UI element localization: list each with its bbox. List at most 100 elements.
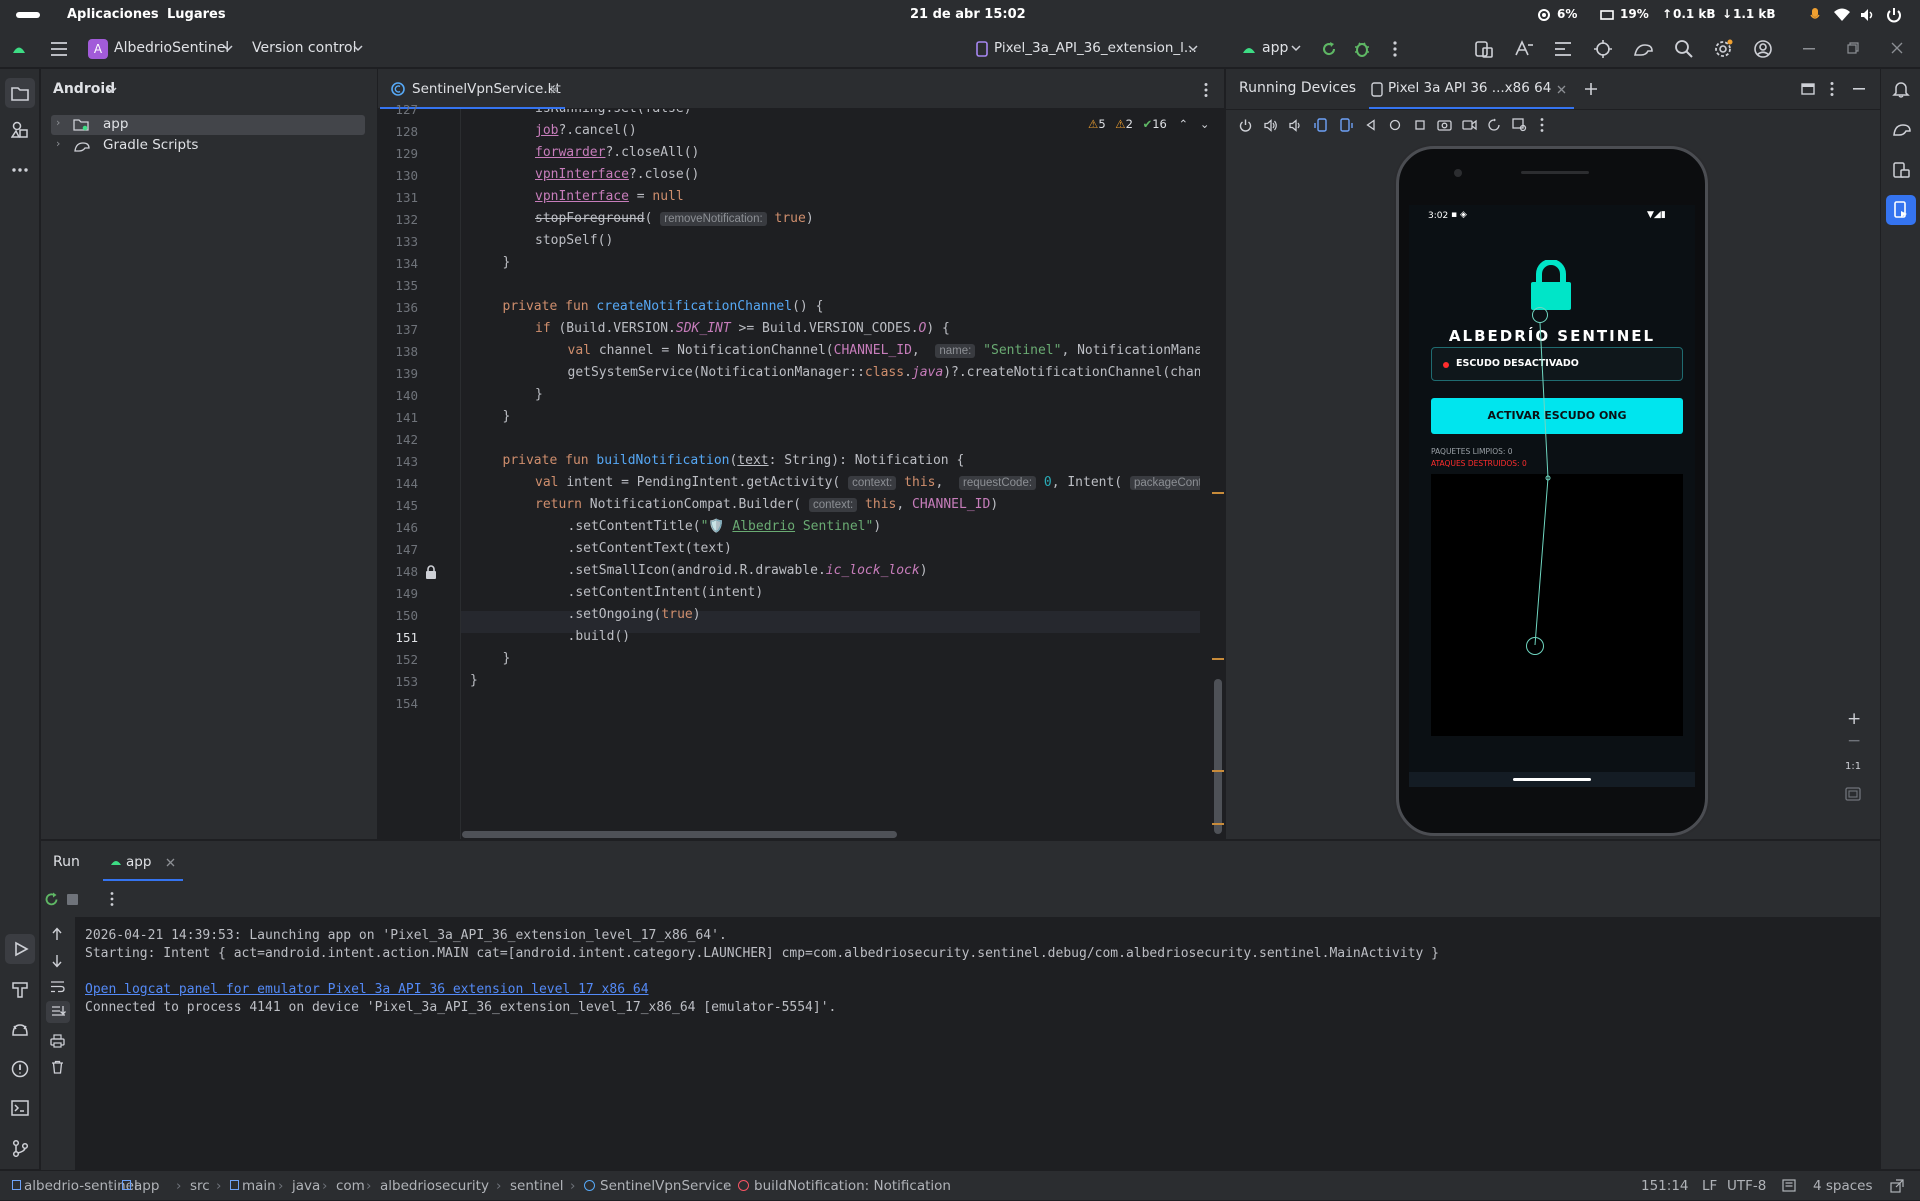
tree-item-gradle-scripts[interactable]: › Gradle Scripts xyxy=(51,136,365,156)
rotate-right-icon[interactable] xyxy=(1339,118,1353,132)
rerun-icon[interactable] xyxy=(44,892,59,907)
sync-gradle-icon[interactable] xyxy=(1593,39,1613,59)
screenshot-icon[interactable] xyxy=(1437,118,1452,131)
warning-marker[interactable] xyxy=(1212,770,1224,772)
read-only-toggle-icon[interactable] xyxy=(1782,1179,1796,1192)
close-tab-icon[interactable] xyxy=(1557,85,1566,94)
home-icon[interactable] xyxy=(1389,119,1401,131)
warning-marker[interactable] xyxy=(1212,658,1224,660)
more-vertical-icon[interactable] xyxy=(1539,117,1545,133)
print-icon[interactable] xyxy=(50,1034,65,1048)
run-tab-app[interactable]: app xyxy=(103,841,183,881)
problems-icon[interactable] xyxy=(11,1060,29,1078)
breadcrumb-item[interactable]: albedrio-sentinel xyxy=(24,1178,138,1194)
more-vertical-icon[interactable] xyxy=(1392,40,1398,58)
gradle-tool-icon[interactable] xyxy=(1892,121,1912,137)
places-menu[interactable]: Lugares xyxy=(167,7,226,22)
more-tools-icon[interactable] xyxy=(11,167,29,173)
version-control-menu[interactable]: Version control xyxy=(252,40,356,56)
notifications-icon[interactable] xyxy=(1892,80,1910,98)
fit-screen-icon[interactable] xyxy=(1845,787,1861,801)
open-logcat-link[interactable]: Open logcat panel for emulator Pixel 3a … xyxy=(85,982,649,997)
close-window-icon[interactable] xyxy=(1891,42,1903,54)
breadcrumb-item[interactable]: main xyxy=(242,1178,276,1194)
breadcrumb-item[interactable]: src xyxy=(190,1178,210,1194)
phone-screen[interactable]: 3:02 ▪ ◈ ▼◢▮ ALBEDRÍO SENTINEL ESCUDO DE… xyxy=(1409,205,1695,787)
settings-icon[interactable] xyxy=(1713,39,1733,59)
code-area[interactable]: isRunning.set(false)job?.cancel()forward… xyxy=(460,109,1200,839)
device-selector[interactable]: Pixel_3a_API_36_extension_l... xyxy=(994,40,1197,56)
breadcrumb-item[interactable]: SentinelVpnService xyxy=(600,1178,731,1194)
resource-manager-icon[interactable] xyxy=(11,121,29,139)
layout-inspector-icon[interactable] xyxy=(1553,39,1573,59)
memory-indicator-icon[interactable] xyxy=(1890,1179,1904,1193)
volume-down-icon[interactable] xyxy=(1289,119,1302,132)
wifi-icon[interactable] xyxy=(1834,8,1850,21)
terminal-icon[interactable] xyxy=(11,1100,29,1116)
more-vertical-icon[interactable] xyxy=(109,891,115,907)
run-console[interactable]: 2026-04-21 14:39:53: Launching app on 'P… xyxy=(75,917,1880,1171)
chevron-down-icon[interactable] xyxy=(1188,45,1198,52)
account-icon[interactable] xyxy=(1753,39,1773,59)
apply-changes-icon[interactable] xyxy=(1320,40,1338,58)
minimize-panel-icon[interactable] xyxy=(1853,88,1865,90)
warning-marker[interactable] xyxy=(1212,492,1224,494)
activities-button[interactable] xyxy=(16,12,40,18)
screen-record-icon[interactable] xyxy=(1462,119,1477,131)
zoom-in-icon[interactable]: + xyxy=(1847,709,1861,729)
breadcrumb-item[interactable]: com xyxy=(336,1178,365,1194)
warning-marker[interactable] xyxy=(1212,823,1224,825)
indent-setting[interactable]: 4 spaces xyxy=(1813,1178,1873,1194)
debug-icon[interactable] xyxy=(1352,39,1372,59)
tree-item-app[interactable]: › app xyxy=(51,115,365,135)
microphone-icon[interactable] xyxy=(1810,7,1820,23)
main-menu-icon[interactable] xyxy=(50,41,68,57)
clock[interactable]: 21 de abr 15:02 xyxy=(910,7,1026,22)
breadcrumb-item[interactable]: app xyxy=(134,1178,159,1194)
soft-wrap-icon[interactable] xyxy=(50,980,65,993)
zoom-out-icon[interactable]: − xyxy=(1847,731,1861,751)
build-icon[interactable] xyxy=(11,981,29,999)
scroll-down-icon[interactable] xyxy=(51,954,63,968)
extended-controls-icon[interactable] xyxy=(1512,118,1527,132)
next-highlight-icon[interactable]: ⌄ xyxy=(1200,117,1210,131)
search-icon[interactable] xyxy=(1674,39,1694,59)
back-icon[interactable] xyxy=(1365,119,1377,131)
breadcrumb-item[interactable]: sentinel xyxy=(510,1178,564,1194)
chevron-down-icon[interactable] xyxy=(1291,45,1301,52)
volume-up-icon[interactable] xyxy=(1264,119,1278,132)
gradle-icon[interactable] xyxy=(1633,39,1655,59)
scroll-up-icon[interactable] xyxy=(51,927,63,941)
logcat-icon[interactable] xyxy=(11,1021,29,1037)
layout-icon[interactable] xyxy=(1801,83,1815,95)
running-devices-tool-button[interactable] xyxy=(1886,195,1916,225)
volume-icon[interactable] xyxy=(1860,8,1876,22)
git-icon[interactable] xyxy=(11,1139,29,1157)
rotate-left-icon[interactable] xyxy=(1314,118,1328,132)
expand-arrow-icon[interactable]: › xyxy=(56,137,60,150)
power-icon[interactable] xyxy=(1886,7,1902,23)
breadcrumb-item[interactable]: java xyxy=(292,1178,320,1194)
close-tab-icon[interactable] xyxy=(166,858,175,867)
editor-vertical-scrollbar[interactable] xyxy=(1212,109,1224,839)
file-encoding[interactable]: UTF-8 xyxy=(1727,1178,1766,1194)
chevron-down-icon[interactable] xyxy=(353,45,363,52)
chevron-down-icon[interactable] xyxy=(223,45,233,52)
translate-icon[interactable] xyxy=(1514,39,1534,59)
snapshot-icon[interactable] xyxy=(1487,118,1501,132)
project-view-selector[interactable]: Android xyxy=(53,81,115,97)
device-manager-icon[interactable] xyxy=(1474,39,1494,59)
breadcrumb-item[interactable]: albedriosecurity xyxy=(380,1178,489,1194)
project-tool-button[interactable] xyxy=(5,78,35,108)
run-tool-button[interactable] xyxy=(5,934,35,964)
stop-icon[interactable] xyxy=(67,894,78,905)
caret-position[interactable]: 151:14 xyxy=(1641,1178,1689,1194)
scrollbar-thumb[interactable] xyxy=(1214,679,1222,834)
more-vertical-icon[interactable] xyxy=(1203,82,1209,98)
clear-all-icon[interactable] xyxy=(51,1060,64,1074)
device-tab[interactable]: Pixel 3a API 36 ...x86 64 xyxy=(1369,69,1574,109)
home-gesture-handle[interactable] xyxy=(1513,778,1591,781)
project-name[interactable]: AlbedrioSentinel xyxy=(114,40,229,56)
more-vertical-icon[interactable] xyxy=(1829,81,1835,97)
applications-menu[interactable]: Aplicaciones xyxy=(67,7,159,22)
